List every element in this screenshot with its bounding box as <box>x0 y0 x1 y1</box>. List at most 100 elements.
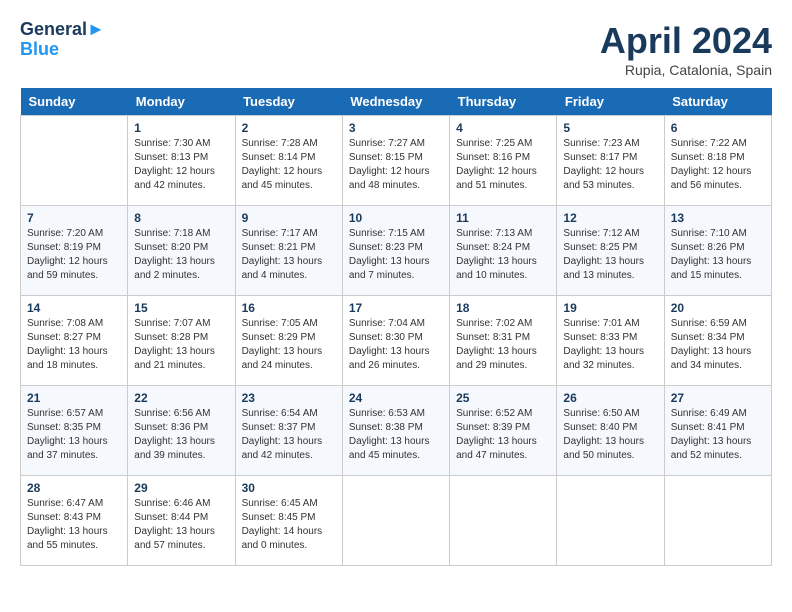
calendar-cell: 5Sunrise: 7:23 AMSunset: 8:17 PMDaylight… <box>557 116 664 206</box>
calendar-week-row: 28 Sunrise: 6:47 AMSunset: 8:43 PMDayligh… <box>21 476 772 566</box>
cell-info: Sunrise: 6:53 AMSunset: 8:38 PMDaylight:… <box>349 407 443 463</box>
cell-info: Sunrise: 7:04 AMSunset: 8:30 PMDaylight:… <box>349 317 443 373</box>
cell-info: Sunrise: 7:17 AMSunset: 8:21 PMDaylight:… <box>242 227 336 283</box>
day-number: 16 <box>242 301 336 315</box>
cell-info: Sunrise: 6:52 AMSunset: 8:39 PMDaylight:… <box>456 407 550 463</box>
calendar-cell: 9 Sunrise: 7:17 AMSunset: 8:21 PMDaylight… <box>235 206 342 296</box>
calendar-day-header: Wednesday <box>342 88 449 116</box>
cell-info: Sunrise: 7:12 AMSunset: 8:25 PMDaylight:… <box>563 227 657 283</box>
calendar-week-row: 21Sunrise: 6:57 AMSunset: 8:35 PMDayligh… <box>21 386 772 476</box>
day-number: 20 <box>671 301 765 315</box>
cell-info: Sunrise: 7:10 AMSunset: 8:26 PMDaylight:… <box>671 227 765 283</box>
calendar-cell: 1 Sunrise: 7:30 AMSunset: 8:13 PMDaylight… <box>128 116 235 206</box>
location: Rupia, Catalonia, Spain <box>600 62 772 78</box>
month-title: April 2024 <box>600 20 772 62</box>
calendar-cell: 8 Sunrise: 7:18 AMSunset: 8:20 PMDaylight… <box>128 206 235 296</box>
calendar-day-header: Friday <box>557 88 664 116</box>
calendar-week-row: 14 Sunrise: 7:08 AMSunset: 8:27 PMDayligh… <box>21 296 772 386</box>
cell-info: Sunrise: 6:45 AMSunset: 8:45 PMDaylight:… <box>242 497 336 553</box>
day-number: 12 <box>563 211 657 225</box>
calendar-cell: 30 Sunrise: 6:45 AMSunset: 8:45 PMDayligh… <box>235 476 342 566</box>
calendar-day-header: Tuesday <box>235 88 342 116</box>
cell-info: Sunrise: 6:49 AMSunset: 8:41 PMDaylight:… <box>671 407 765 463</box>
day-number: 22 <box>134 391 228 405</box>
calendar-cell: 29 Sunrise: 6:46 AMSunset: 8:44 PMDayligh… <box>128 476 235 566</box>
calendar-day-header: Saturday <box>664 88 771 116</box>
day-number: 2 <box>242 121 336 135</box>
calendar-cell: 12 Sunrise: 7:12 AMSunset: 8:25 PMDayligh… <box>557 206 664 296</box>
calendar-cell: 6 Sunrise: 7:22 AMSunset: 8:18 PMDaylight… <box>664 116 771 206</box>
calendar-cell: 19Sunrise: 7:01 AMSunset: 8:33 PMDayligh… <box>557 296 664 386</box>
calendar-cell: 17 Sunrise: 7:04 AMSunset: 8:30 PMDayligh… <box>342 296 449 386</box>
cell-info: Sunrise: 7:08 AMSunset: 8:27 PMDaylight:… <box>27 317 121 373</box>
cell-info: Sunrise: 7:18 AMSunset: 8:20 PMDaylight:… <box>134 227 228 283</box>
day-number: 4 <box>456 121 550 135</box>
day-number: 13 <box>671 211 765 225</box>
day-number: 5 <box>563 121 657 135</box>
cell-info: Sunrise: 7:01 AMSunset: 8:33 PMDaylight:… <box>563 317 657 373</box>
logo: General►Blue <box>20 20 105 60</box>
calendar-cell: 21Sunrise: 6:57 AMSunset: 8:35 PMDayligh… <box>21 386 128 476</box>
calendar-day-header: Sunday <box>21 88 128 116</box>
calendar-day-header: Monday <box>128 88 235 116</box>
cell-info: Sunrise: 6:59 AMSunset: 8:34 PMDaylight:… <box>671 317 765 373</box>
calendar-cell <box>557 476 664 566</box>
cell-info: Sunrise: 7:28 AMSunset: 8:14 PMDaylight:… <box>242 137 336 193</box>
day-number: 30 <box>242 481 336 495</box>
day-number: 23 <box>242 391 336 405</box>
calendar-cell: 2 Sunrise: 7:28 AMSunset: 8:14 PMDaylight… <box>235 116 342 206</box>
day-number: 27 <box>671 391 765 405</box>
calendar-cell: 22 Sunrise: 6:56 AMSunset: 8:36 PMDayligh… <box>128 386 235 476</box>
calendar-cell: 10 Sunrise: 7:15 AMSunset: 8:23 PMDayligh… <box>342 206 449 296</box>
calendar-cell: 24 Sunrise: 6:53 AMSunset: 8:38 PMDayligh… <box>342 386 449 476</box>
day-number: 24 <box>349 391 443 405</box>
day-number: 17 <box>349 301 443 315</box>
day-number: 3 <box>349 121 443 135</box>
day-number: 9 <box>242 211 336 225</box>
day-number: 10 <box>349 211 443 225</box>
cell-info: Sunrise: 7:22 AMSunset: 8:18 PMDaylight:… <box>671 137 765 193</box>
cell-info: Sunrise: 7:05 AMSunset: 8:29 PMDaylight:… <box>242 317 336 373</box>
cell-info: Sunrise: 6:47 AMSunset: 8:43 PMDaylight:… <box>27 497 121 553</box>
day-number: 11 <box>456 211 550 225</box>
cell-info: Sunrise: 7:20 AMSunset: 8:19 PMDaylight:… <box>27 227 121 283</box>
calendar-cell: 15Sunrise: 7:07 AMSunset: 8:28 PMDayligh… <box>128 296 235 386</box>
calendar-day-header: Thursday <box>450 88 557 116</box>
day-number: 26 <box>563 391 657 405</box>
calendar-cell: 3 Sunrise: 7:27 AMSunset: 8:15 PMDaylight… <box>342 116 449 206</box>
calendar-header-row: SundayMondayTuesdayWednesdayThursdayFrid… <box>21 88 772 116</box>
calendar-cell: 14 Sunrise: 7:08 AMSunset: 8:27 PMDayligh… <box>21 296 128 386</box>
day-number: 7 <box>27 211 121 225</box>
cell-info: Sunrise: 7:15 AMSunset: 8:23 PMDaylight:… <box>349 227 443 283</box>
calendar-cell: 7 Sunrise: 7:20 AMSunset: 8:19 PMDaylight… <box>21 206 128 296</box>
calendar-cell <box>21 116 128 206</box>
calendar-cell: 16 Sunrise: 7:05 AMSunset: 8:29 PMDayligh… <box>235 296 342 386</box>
day-number: 18 <box>456 301 550 315</box>
day-number: 28 <box>27 481 121 495</box>
calendar-cell <box>342 476 449 566</box>
cell-info: Sunrise: 7:30 AMSunset: 8:13 PMDaylight:… <box>134 137 228 193</box>
day-number: 6 <box>671 121 765 135</box>
cell-info: Sunrise: 6:56 AMSunset: 8:36 PMDaylight:… <box>134 407 228 463</box>
day-number: 14 <box>27 301 121 315</box>
cell-info: Sunrise: 6:50 AMSunset: 8:40 PMDaylight:… <box>563 407 657 463</box>
calendar-body: 1 Sunrise: 7:30 AMSunset: 8:13 PMDaylight… <box>21 116 772 566</box>
day-number: 1 <box>134 121 228 135</box>
calendar-cell: 13 Sunrise: 7:10 AMSunset: 8:26 PMDayligh… <box>664 206 771 296</box>
calendar-week-row: 1 Sunrise: 7:30 AMSunset: 8:13 PMDaylight… <box>21 116 772 206</box>
day-number: 25 <box>456 391 550 405</box>
cell-info: Sunrise: 7:25 AMSunset: 8:16 PMDaylight:… <box>456 137 550 193</box>
calendar-cell: 18 Sunrise: 7:02 AMSunset: 8:31 PMDayligh… <box>450 296 557 386</box>
cell-info: Sunrise: 6:46 AMSunset: 8:44 PMDaylight:… <box>134 497 228 553</box>
logo-text: General►Blue <box>20 20 105 60</box>
calendar-week-row: 7 Sunrise: 7:20 AMSunset: 8:19 PMDaylight… <box>21 206 772 296</box>
calendar-cell: 26 Sunrise: 6:50 AMSunset: 8:40 PMDayligh… <box>557 386 664 476</box>
day-number: 29 <box>134 481 228 495</box>
calendar-cell: 28 Sunrise: 6:47 AMSunset: 8:43 PMDayligh… <box>21 476 128 566</box>
cell-info: Sunrise: 7:27 AMSunset: 8:15 PMDaylight:… <box>349 137 443 193</box>
cell-info: Sunrise: 7:02 AMSunset: 8:31 PMDaylight:… <box>456 317 550 373</box>
day-number: 15 <box>134 301 228 315</box>
day-number: 8 <box>134 211 228 225</box>
title-block: April 2024 Rupia, Catalonia, Spain <box>600 20 772 78</box>
calendar-table: SundayMondayTuesdayWednesdayThursdayFrid… <box>20 88 772 566</box>
